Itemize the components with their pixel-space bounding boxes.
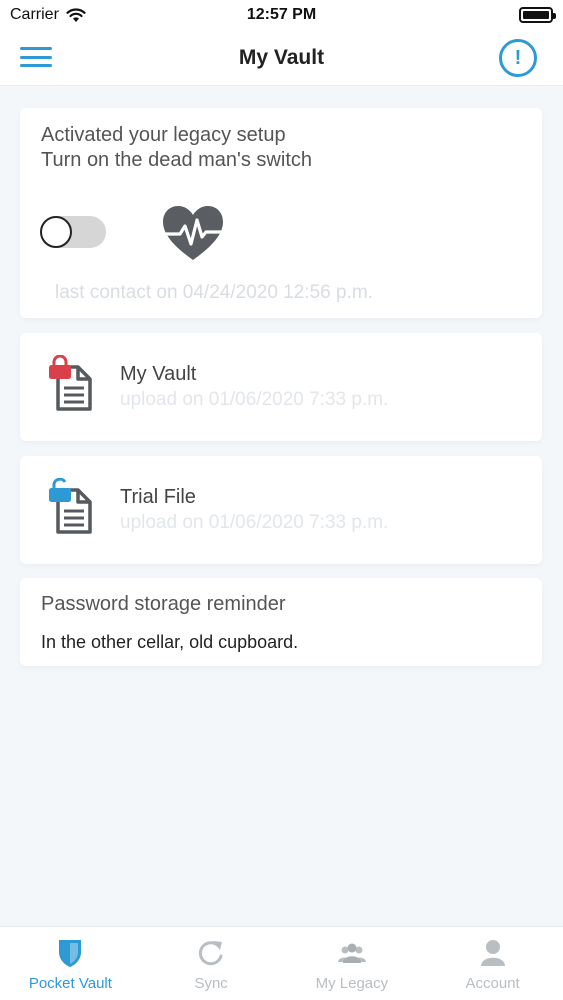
dead-man-switch-label: Turn on the dead man's switch — [41, 149, 312, 171]
heartbeat-icon — [162, 206, 224, 260]
file-item-my-vault[interactable]: My Vault upload on 01/06/2020 7:33 p.m. — [20, 333, 542, 441]
tab-sync[interactable]: Sync — [141, 927, 282, 1000]
tab-my-legacy[interactable]: My Legacy — [282, 927, 423, 1000]
last-contact-text: last contact on 04/24/2020 12:56 p.m. — [55, 282, 373, 303]
shield-icon — [59, 940, 82, 967]
tab-label: Sync — [194, 975, 228, 992]
status-left: Carrier — [10, 6, 86, 24]
reminder-title: Password storage reminder — [41, 593, 286, 615]
page-title: My Vault — [238, 45, 325, 69]
tab-account[interactable]: Account — [422, 927, 563, 1000]
alert-info-button[interactable]: ! — [499, 39, 537, 77]
group-icon — [337, 943, 366, 963]
password-reminder-card[interactable]: Password storage reminder In the other c… — [20, 578, 542, 666]
tab-pocket-vault[interactable]: Pocket Vault — [0, 927, 141, 1000]
locked-document-icon — [49, 355, 92, 411]
dead-man-switch-toggle[interactable] — [40, 216, 106, 248]
nav-bar: My Vault ! — [0, 30, 563, 86]
wifi-icon — [66, 7, 86, 22]
reminder-text: In the other cellar, old cupboard. — [41, 632, 299, 652]
tab-bar: Pocket Vault Sync My Legacy Account — [0, 926, 563, 1000]
carrier-label: Carrier — [10, 6, 59, 23]
battery-icon — [519, 7, 556, 23]
file-upload-date: upload on 01/06/2020 7:33 p.m. — [120, 389, 389, 410]
tab-label: Pocket Vault — [28, 975, 112, 992]
file-item-trial-file[interactable]: Trial File upload on 01/06/2020 7:33 p.m… — [20, 456, 542, 564]
file-upload-date: upload on 01/06/2020 7:33 p.m. — [120, 512, 389, 533]
tab-label: Account — [465, 975, 520, 992]
exclamation-circle-icon: ! — [514, 46, 522, 69]
unlocked-document-icon — [49, 478, 92, 534]
hamburger-menu-icon[interactable] — [20, 44, 52, 70]
file-name: My Vault — [120, 363, 197, 385]
refresh-icon — [199, 941, 223, 966]
tab-label: My Legacy — [315, 975, 389, 992]
legacy-setup-card: Activated your legacy setup Turn on the … — [20, 108, 542, 318]
user-icon — [480, 940, 505, 966]
legacy-status-text: Activated your legacy setup — [41, 124, 286, 146]
status-bar: Carrier 12:57 PM — [0, 0, 563, 30]
file-name: Trial File — [120, 486, 196, 508]
toggle-knob — [40, 216, 72, 248]
